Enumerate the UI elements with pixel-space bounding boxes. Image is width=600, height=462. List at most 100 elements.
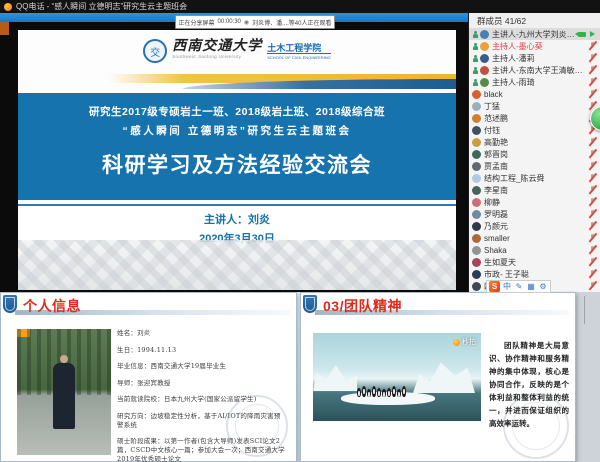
college-name: 土木工程学院 <box>267 43 331 53</box>
member-row[interactable]: 乃颜元 <box>469 220 600 232</box>
camera-on-icon <box>578 32 586 37</box>
member-avatar <box>472 150 481 159</box>
member-row[interactable]: smaller <box>469 232 600 244</box>
slide-title-block: 研究生2017级专硕岩土一班、2018级岩土班、2018级综合班 “感人瞬间 立… <box>18 93 456 200</box>
member-row[interactable]: 丁猛 <box>469 100 600 112</box>
university-name: 西南交通大学 <box>172 39 262 54</box>
swjtu-seal-icon: 交 <box>143 39 167 63</box>
sogou-input-bar[interactable]: S中✎▦⚙ <box>486 280 551 293</box>
member-avatar <box>472 126 481 135</box>
member-avatar <box>472 174 481 183</box>
team-spirit-window[interactable]: 03/团队精神 秒拍 团队精神是大局意识、协作精神和服务精神的集中体现，核心是协… <box>300 292 576 462</box>
member-row[interactable]: 主持人-潘莉 <box>469 52 600 64</box>
member-name: 主持人-雨琦 <box>492 77 588 88</box>
member-row[interactable]: 主持人-雨琦 <box>469 76 600 88</box>
mic-muted-icon[interactable] <box>588 77 596 87</box>
member-row[interactable]: 范述鹏 <box>469 112 600 124</box>
title-bar[interactable]: QQ电话 - “感人瞬间 立德明志”研究生云主题班会 <box>0 0 600 13</box>
seal-watermark <box>503 393 569 459</box>
scrollbar-thumb[interactable] <box>584 296 585 324</box>
member-avatar <box>472 90 481 99</box>
member-name: 结构工程_陈云舜 <box>484 173 588 184</box>
member-row[interactable]: 主持人-墨心葵 <box>469 40 600 52</box>
mic-muted-icon[interactable] <box>588 173 596 183</box>
member-sidebar: 群成员 41/62 主讲人-九州大学刘炎博… 主持人-墨心葵 主持人-潘莉 <box>468 13 600 292</box>
university-logo-row: 交 西南交通大学 Southwest Jiaotong University 土… <box>18 39 456 63</box>
toolbox-icon[interactable]: ⚙ <box>538 282 548 292</box>
sharing-status-text: 正在分享屏幕 <box>179 18 215 27</box>
mic-muted-icon[interactable] <box>588 269 596 279</box>
mic-muted-icon[interactable] <box>588 161 596 171</box>
slide-theme-line: “感人瞬间 立德明志”研究生云主题班会 <box>18 123 456 138</box>
member-row[interactable]: 贾孟南 <box>469 160 600 172</box>
member-row[interactable]: 结构工程_陈云舜 <box>469 172 600 184</box>
member-name: 贾孟南 <box>484 161 588 172</box>
member-row[interactable]: black <box>469 88 600 100</box>
member-list[interactable]: 主讲人-九州大学刘炎博… 主持人-墨心葵 主持人-潘莉 主讲人-东南大学王清敏… <box>469 28 600 292</box>
member-row[interactable]: 主讲人-九州大学刘炎博… <box>469 28 600 40</box>
info-line: 姓名：刘炎 <box>117 329 286 338</box>
member-row[interactable]: 市政- 王子聪 <box>469 268 600 280</box>
personal-window-title: 个人信息 <box>23 296 81 316</box>
member-avatar <box>472 162 481 171</box>
window-title: QQ电话 - “感人瞬间 立德明志”研究生云主题班会 <box>16 1 187 12</box>
member-row[interactable]: 郭晋岗 <box>469 148 600 160</box>
team-window-header: 03/团队精神 <box>301 293 575 319</box>
member-row[interactable]: 生如夏天 <box>469 256 600 268</box>
member-name: 主讲人-东南大学王清敏… <box>492 65 588 76</box>
slide-speaker-block: 主讲人：刘炎 2020年3月30日 <box>18 206 456 242</box>
member-avatar <box>472 270 481 279</box>
speaker-name: 主讲人：刘炎 <box>18 211 456 227</box>
slide-header: 交 西南交通大学 Southwest Jiaotong University 土… <box>18 30 456 93</box>
penguin-group <box>357 386 406 397</box>
mic-muted-icon[interactable] <box>588 89 596 99</box>
presenter-role-icon <box>472 66 479 75</box>
mic-muted-icon[interactable] <box>588 149 596 159</box>
video-watermark: 秒拍 <box>453 337 476 347</box>
penguin-video-still[interactable]: 秒拍 <box>313 333 481 421</box>
input-mode-chinese-icon[interactable]: 中 <box>502 282 512 292</box>
slide-footer-pattern <box>18 240 456 290</box>
member-avatar <box>472 210 481 219</box>
miaopai-icon <box>453 339 460 346</box>
member-row[interactable]: 付钰 <box>469 124 600 136</box>
mic-muted-icon[interactable] <box>588 53 596 63</box>
keyboard-icon[interactable]: ▦ <box>526 282 536 292</box>
mic-muted-icon[interactable] <box>588 245 596 255</box>
member-row[interactable]: 主讲人-东南大学王清敏… <box>469 64 600 76</box>
speaker-on-icon <box>590 31 595 37</box>
member-row[interactable]: 罗明磊 <box>469 208 600 220</box>
member-row[interactable]: 李星南 <box>469 184 600 196</box>
mic-muted-icon[interactable] <box>588 209 596 219</box>
mic-muted-icon[interactable] <box>588 185 596 195</box>
mic-muted-icon[interactable] <box>588 197 596 207</box>
member-row[interactable]: 柳静 <box>469 196 600 208</box>
edge-window-chip[interactable] <box>0 22 9 35</box>
sogou-logo-icon[interactable]: S <box>489 281 500 292</box>
handwriting-icon[interactable]: ✎ <box>514 282 524 292</box>
qq-call-window: QQ电话 - “感人瞬间 立德明志”研究生云主题班会 正在分享屏幕 00:00:… <box>0 0 600 462</box>
mic-muted-icon[interactable] <box>588 221 596 231</box>
personal-info-window[interactable]: 个人信息 姓名：刘炎生日：1994.11.13毕业信息：西南交通大学19届毕业生… <box>0 292 297 462</box>
mic-muted-icon[interactable] <box>588 137 596 147</box>
member-name: black <box>484 90 588 99</box>
member-row[interactable]: Shaka <box>469 244 600 256</box>
member-avatar <box>472 102 481 111</box>
member-name: 生如夏天 <box>484 257 588 268</box>
presenter-role-icon <box>472 54 479 63</box>
info-line: 毕业信息：西南交通大学19届毕业生 <box>117 362 286 371</box>
mic-muted-icon[interactable] <box>588 233 596 243</box>
member-name: 郭晋岗 <box>484 149 588 160</box>
member-name: 罗明磊 <box>484 209 588 220</box>
mic-muted-icon[interactable] <box>588 281 596 291</box>
member-row[interactable]: 高勤艳 <box>469 136 600 148</box>
member-name: Shaka <box>484 246 588 255</box>
screen-share-area: 正在分享屏幕 00:00:30 ◉ 刘炎博、潘....等40人正在观看 交 西南… <box>0 13 468 292</box>
mic-muted-icon[interactable] <box>588 257 596 267</box>
mic-muted-icon[interactable] <box>588 65 596 75</box>
member-avatar <box>480 30 489 39</box>
member-name: 李星南 <box>484 185 588 196</box>
slide-main-title: 科研学习及方法经验交流会 <box>18 149 456 179</box>
mic-muted-icon[interactable] <box>588 41 596 51</box>
member-name: smaller <box>484 234 588 243</box>
